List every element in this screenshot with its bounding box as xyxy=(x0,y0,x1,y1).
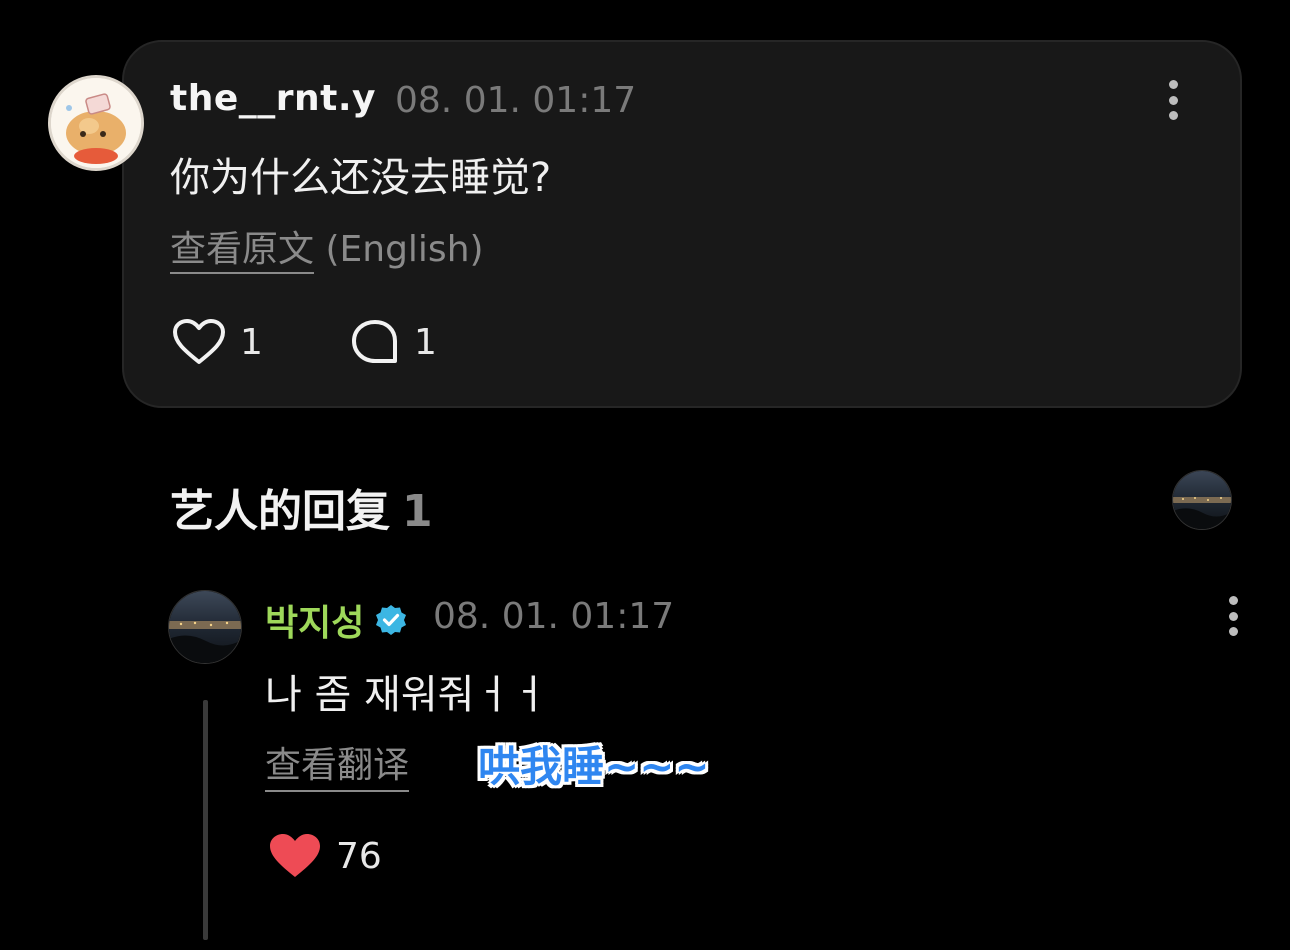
heart-icon[interactable] xyxy=(172,318,226,366)
artist-name-label[interactable]: 박지성 xyxy=(265,594,364,646)
like-count: 76 xyxy=(336,835,382,877)
reply-timestamp: 08. 01. 01:17 xyxy=(433,596,675,637)
comment-text: 你为什么还没去睡觉? xyxy=(170,155,552,201)
city-night-avatar-image xyxy=(1173,471,1231,529)
reply-button[interactable]: 1 xyxy=(350,318,437,366)
view-translation-link[interactable]: 查看翻译 xyxy=(265,736,410,792)
comment-bubble-icon[interactable] xyxy=(350,318,400,366)
comment-username[interactable]: the__rnt.y xyxy=(170,78,376,119)
user-avatar-image xyxy=(51,78,141,168)
artist-replies-count: 1 xyxy=(402,486,433,537)
thread-line xyxy=(203,700,208,940)
like-button[interactable]: 76 xyxy=(268,832,382,880)
artist-replies-title: 艺人的回复 1 xyxy=(170,475,433,539)
user-avatar[interactable] xyxy=(48,75,144,171)
view-original-label[interactable]: 查看原文 xyxy=(170,229,315,274)
artist-name[interactable]: 박지성 xyxy=(265,594,408,646)
artist-avatar-small[interactable] xyxy=(1172,470,1232,530)
comment-thread-page: the__rnt.y 08. 01. 01:17 你为什么还没去睡觉? 查看原文… xyxy=(0,0,1290,950)
comment-timestamp: 08. 01. 01:17 xyxy=(395,80,637,121)
overlay-caption: 哄我睡~~~ xyxy=(478,742,710,791)
reply-text: 나 좀 재워줘ㅓㅓ xyxy=(265,672,549,718)
artist-replies-label: 艺人的回复 xyxy=(170,486,390,537)
reply-count: 1 xyxy=(414,321,437,363)
like-button[interactable]: 1 xyxy=(172,318,263,366)
heart-icon[interactable] xyxy=(268,832,322,880)
original-language: (English) xyxy=(325,229,484,270)
verified-badge-icon xyxy=(376,605,407,635)
artist-avatar[interactable] xyxy=(168,590,242,664)
more-vertical-icon[interactable] xyxy=(1167,80,1179,120)
view-original-link[interactable]: 查看原文 (English) xyxy=(170,220,484,274)
city-night-avatar-image xyxy=(169,591,241,663)
more-vertical-icon[interactable] xyxy=(1227,596,1239,636)
like-count: 1 xyxy=(240,321,263,363)
